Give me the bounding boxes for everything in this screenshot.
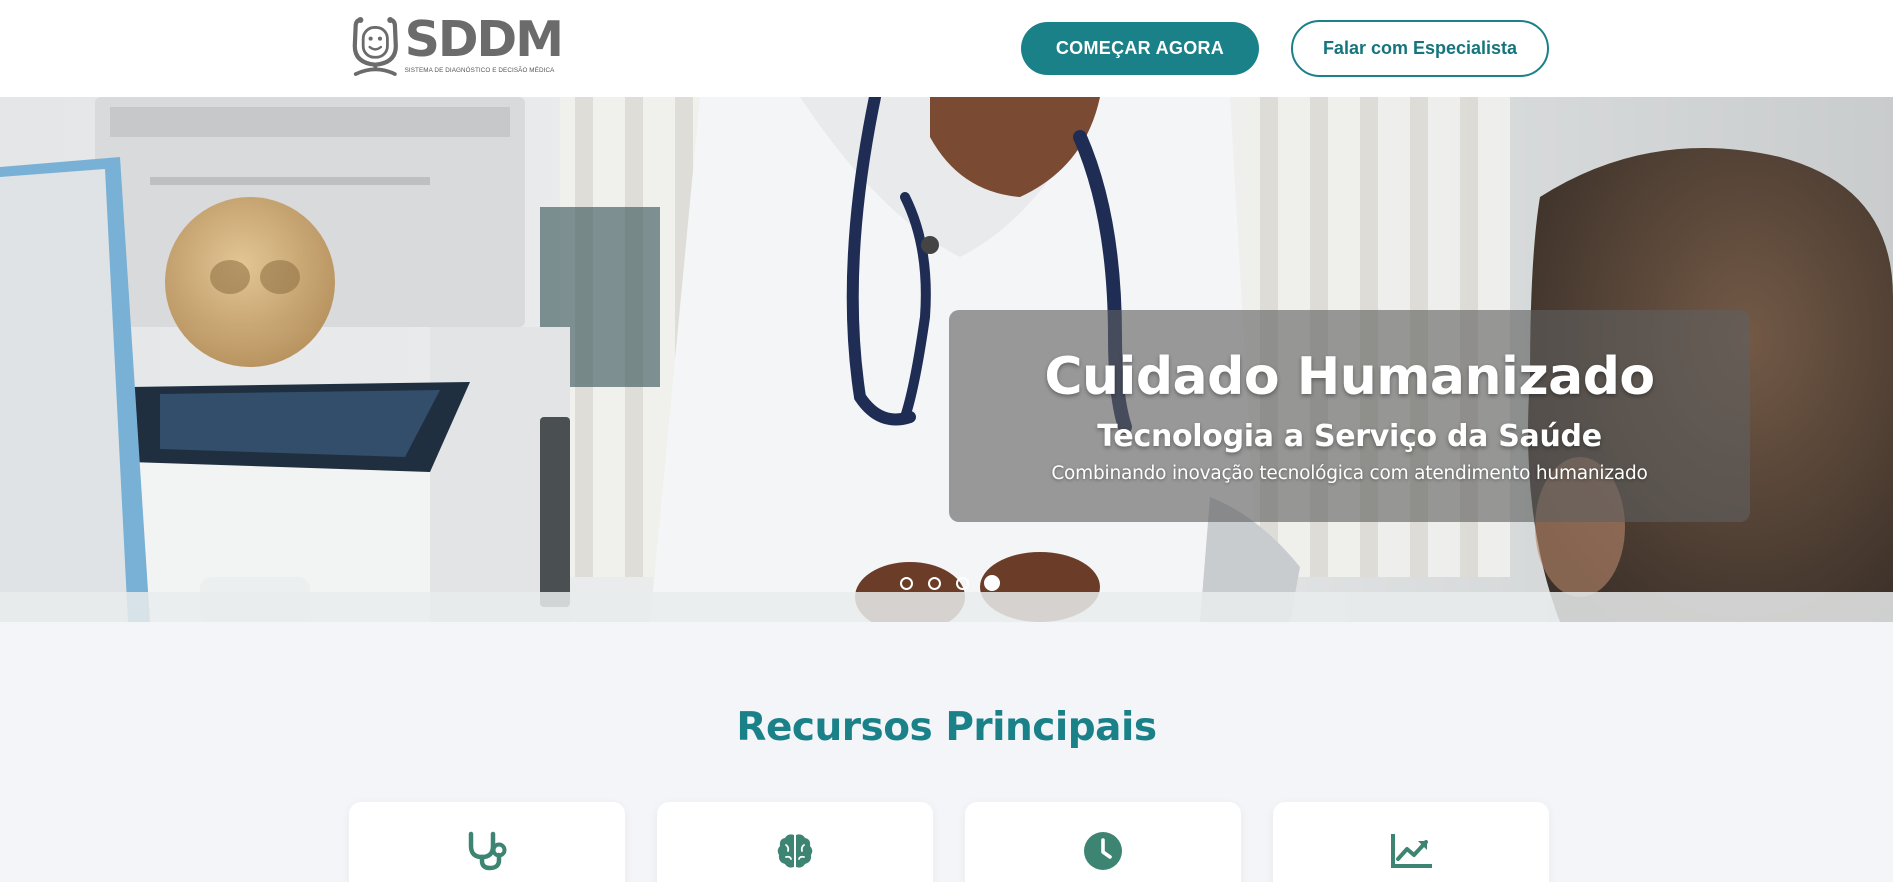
feature-card-speed[interactable]	[965, 802, 1241, 882]
carousel-dot-2[interactable]	[928, 576, 941, 590]
logo-tagline: SISTEMA DE DIAGNÓSTICO E DECISÃO MÉDICA	[404, 67, 555, 74]
feature-card-analytics[interactable]	[1273, 802, 1549, 882]
talk-to-specialist-button[interactable]: Falar com Especialista	[1291, 20, 1549, 77]
logo-wordmark: SDDM	[404, 11, 564, 68]
feature-card-diagnosis[interactable]	[349, 802, 625, 882]
clock-icon	[1082, 830, 1124, 872]
stethoscope-icon	[466, 830, 508, 872]
doctor-face-logo-icon	[352, 16, 398, 76]
brain-icon	[774, 830, 816, 872]
carousel-dot-1[interactable]	[900, 576, 913, 590]
chart-line-icon	[1390, 830, 1432, 872]
hero-title: Cuidado Humanizado	[1044, 347, 1655, 407]
hero-caption-panel	[949, 310, 1750, 522]
logo[interactable]: SDDM SISTEMA DE DIAGNÓSTICO E DECISÃO MÉ…	[352, 11, 564, 82]
hero-carousel: Cuidado Humanizado Tecnologia a Serviço …	[0, 97, 1893, 622]
hero-description: Combinando inovação tecnológica com aten…	[1051, 463, 1648, 484]
hero-subtitle: Tecnologia a Serviço da Saúde	[1097, 419, 1602, 454]
carousel-dot-3[interactable]	[956, 576, 969, 590]
feature-card-ai[interactable]	[657, 802, 933, 882]
features-section-title: Recursos Principais	[736, 705, 1157, 750]
site-header: SDDM SISTEMA DE DIAGNÓSTICO E DECISÃO MÉ…	[0, 0, 1893, 97]
carousel-dot-4-active[interactable]	[984, 575, 1000, 591]
start-now-button[interactable]: COMEÇAR AGORA	[1021, 22, 1259, 75]
carousel-indicators	[900, 574, 1015, 592]
